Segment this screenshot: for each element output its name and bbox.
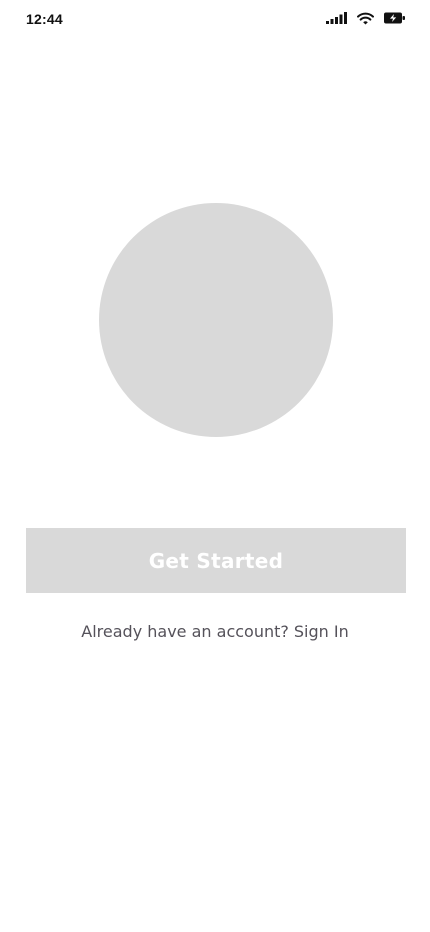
status-icons — [326, 10, 405, 26]
status-time: 12:44 — [26, 11, 63, 27]
battery-charging-icon — [384, 12, 405, 24]
status-bar: 12:44 — [0, 0, 430, 40]
sign-in-link[interactable]: Sign In — [294, 622, 349, 641]
hero-illustration-placeholder — [99, 203, 333, 437]
account-prompt-text: Already have an account? — [81, 621, 289, 641]
cellular-signal-icon — [326, 12, 347, 24]
sign-in-prompt: Already have an account? Sign In — [0, 620, 430, 642]
get-started-button[interactable]: Get Started — [26, 528, 406, 593]
get-started-label: Get Started — [148, 548, 284, 573]
wifi-icon — [357, 12, 374, 25]
